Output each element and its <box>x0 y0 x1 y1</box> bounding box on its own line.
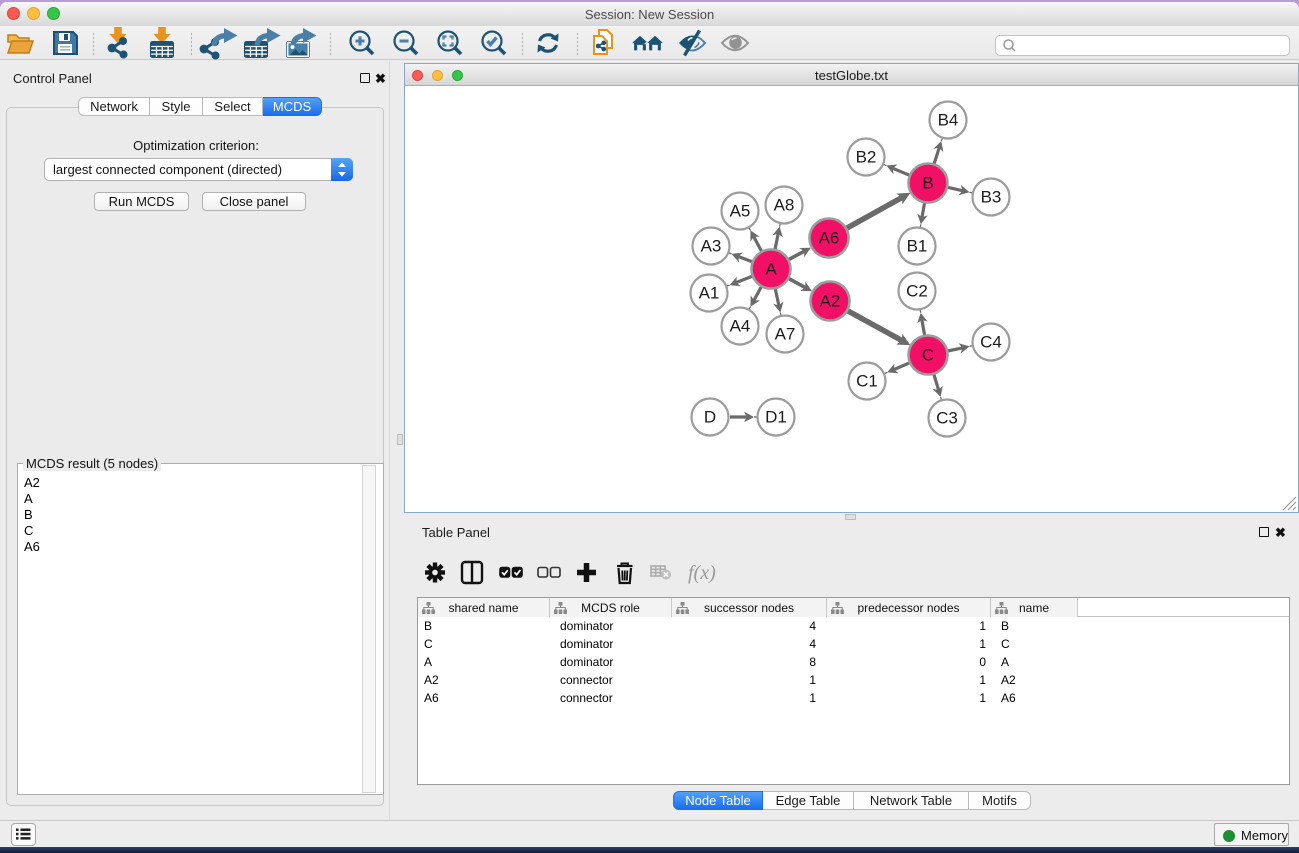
svg-text:A7: A7 <box>775 325 796 344</box>
svg-text:C4: C4 <box>980 333 1002 352</box>
svg-text:A2: A2 <box>820 292 841 311</box>
svg-text:B: B <box>922 174 933 193</box>
svg-text:f(x): f(x) <box>688 562 716 584</box>
svg-text:A4: A4 <box>730 317 751 336</box>
svg-text:A8: A8 <box>774 196 795 215</box>
svg-text:A6: A6 <box>819 229 840 248</box>
svg-text:C3: C3 <box>936 409 958 428</box>
svg-text:C1: C1 <box>856 372 878 391</box>
svg-text:A5: A5 <box>730 202 751 221</box>
svg-text:A: A <box>765 260 777 279</box>
svg-text:B3: B3 <box>981 188 1002 207</box>
svg-text:C2: C2 <box>906 282 928 301</box>
svg-text:B4: B4 <box>938 111 959 130</box>
svg-text:D: D <box>704 408 716 427</box>
svg-text:C: C <box>922 346 934 365</box>
svg-text:A1: A1 <box>699 284 720 303</box>
svg-text:D1: D1 <box>765 408 787 427</box>
svg-text:A3: A3 <box>701 237 722 256</box>
svg-text:B2: B2 <box>856 148 877 167</box>
svg-text:B1: B1 <box>907 237 928 256</box>
